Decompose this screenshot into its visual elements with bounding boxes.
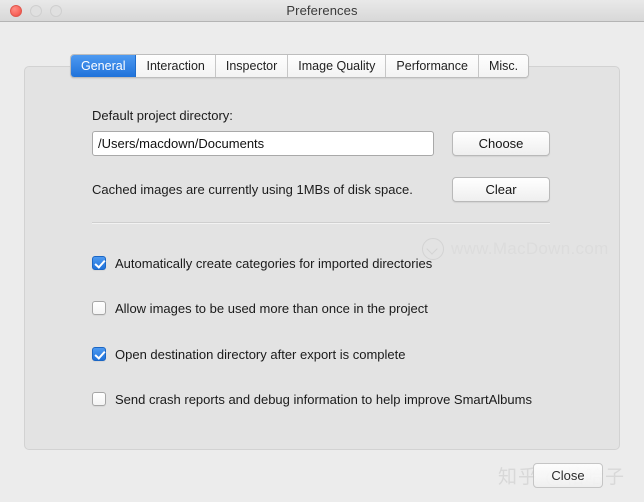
default-directory-label: Default project directory: [92, 108, 233, 123]
tab-misc[interactable]: Misc. [478, 55, 529, 77]
checkbox-allow-reuse[interactable] [92, 301, 106, 315]
preferences-tabbar: General Interaction Inspector Image Qual… [70, 54, 530, 78]
checkbox-label-auto-categories: Automatically create categories for impo… [115, 255, 433, 271]
tab-image-quality[interactable]: Image Quality [288, 55, 387, 77]
checkbox-crash-reports[interactable] [92, 392, 106, 406]
tab-performance[interactable]: Performance [386, 55, 479, 77]
close-dialog-button[interactable]: Close [533, 463, 603, 488]
window-titlebar: Preferences [0, 0, 644, 22]
section-divider [92, 222, 550, 224]
window-title: Preferences [286, 3, 358, 18]
choose-directory-button[interactable]: Choose [452, 131, 550, 156]
checkbox-row-auto-categories[interactable]: Automatically create categories for impo… [92, 254, 432, 272]
checkbox-open-destination[interactable] [92, 347, 106, 361]
checkbox-row-open-destination[interactable]: Open destination directory after export … [92, 345, 405, 363]
tab-general[interactable]: General [71, 55, 137, 77]
default-directory-input[interactable] [92, 131, 434, 156]
checkbox-label-open-destination: Open destination directory after export … [115, 346, 406, 362]
tab-interaction[interactable]: Interaction [136, 55, 216, 77]
checkbox-row-allow-reuse[interactable]: Allow images to be used more than once i… [92, 299, 428, 317]
tab-inspector[interactable]: Inspector [215, 55, 289, 77]
clear-cache-button[interactable]: Clear [452, 177, 550, 202]
cache-status-text: Cached images are currently using 1MBs o… [92, 182, 413, 197]
checkbox-row-crash-reports[interactable]: Send crash reports and debug information… [92, 390, 532, 408]
preferences-window: Preferences General Interaction Inspecto… [0, 0, 644, 502]
checkbox-auto-categories[interactable] [92, 256, 106, 270]
checkbox-label-allow-reuse: Allow images to be used more than once i… [115, 300, 428, 316]
checkbox-label-crash-reports: Send crash reports and debug information… [115, 391, 532, 407]
